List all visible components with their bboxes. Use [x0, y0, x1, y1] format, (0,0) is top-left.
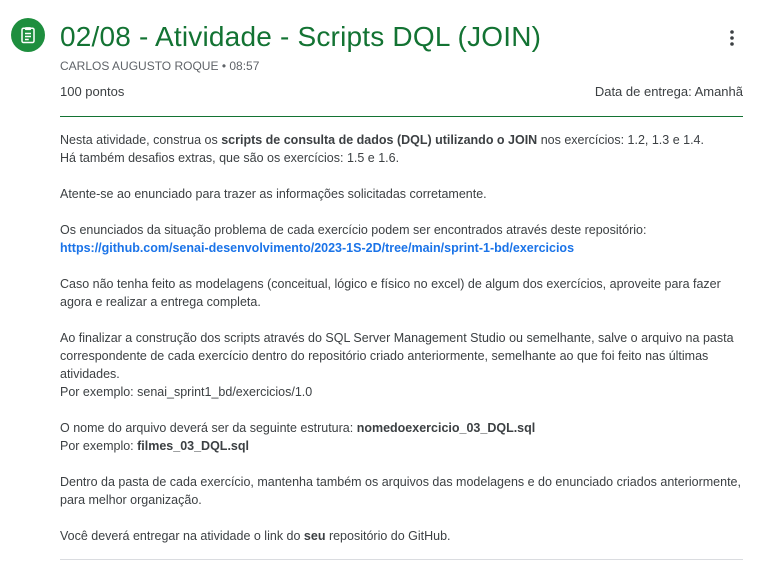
- post-meta: CARLOS AUGUSTO ROQUE • 08:57: [60, 59, 259, 73]
- paragraph-1: Nesta atividade, construa os scripts de …: [60, 131, 743, 167]
- text: nos exercícios: 1.2, 1.3 e 1.4.: [537, 133, 704, 147]
- paragraph-8: Você deverá entregar na atividade o link…: [60, 527, 743, 545]
- due-date-label: Data de entrega: Amanhã: [594, 84, 743, 99]
- more-vert-icon: [730, 30, 734, 46]
- bold-text: filmes_03_DQL.sql: [137, 439, 249, 453]
- paragraph-7: Dentro da pasta de cada exercício, mante…: [60, 475, 741, 507]
- paragraph-6: O nome do arquivo deverá ser da seguinte…: [60, 419, 743, 455]
- paragraph-3: Os enunciados da situação problema de ca…: [60, 221, 743, 257]
- post-time: 08:57: [229, 59, 260, 73]
- header-divider: [60, 116, 743, 117]
- paragraph-4: Caso não tenha feito as modelagens (conc…: [60, 277, 721, 309]
- meta-separator: •: [221, 59, 227, 73]
- bottom-divider: [60, 559, 743, 560]
- text: Os enunciados da situação problema de ca…: [60, 223, 647, 237]
- paragraph-2: Atente-se ao enunciado para trazer as in…: [60, 187, 487, 201]
- author-name: CARLOS AUGUSTO ROQUE: [60, 59, 219, 73]
- text: Há também desafios extras, que são os ex…: [60, 151, 400, 165]
- bold-text: seu: [303, 529, 326, 543]
- text: Nesta atividade, construa os: [60, 133, 222, 147]
- text: Ao finalizar a construção dos scripts at…: [60, 331, 734, 381]
- assignment-title: 02/08 - Atividade - Scripts DQL (JOIN): [60, 21, 542, 52]
- text: Por exemplo:: [60, 439, 138, 453]
- bold-text: scripts de consulta de dados (DQL) utili…: [221, 133, 538, 147]
- text: O nome do arquivo deverá ser da seguinte…: [60, 421, 357, 435]
- text: Por exemplo: senai_sprint1_bd/exercicios…: [60, 385, 313, 399]
- assignment-description: Nesta atividade, construa os scripts de …: [60, 131, 743, 563]
- more-options-button[interactable]: [718, 24, 746, 52]
- clipboard-icon: [21, 27, 35, 44]
- points-label: 100 pontos: [60, 84, 125, 99]
- repository-link[interactable]: https://github.com/senai-desenvolvimento…: [60, 241, 574, 255]
- text: Você deverá entregar na atividade o link…: [60, 529, 304, 543]
- assignment-icon: [11, 18, 45, 52]
- bold-text: nomedoexercicio_03_DQL.sql: [356, 421, 536, 435]
- text: repositório do GitHub.: [325, 529, 451, 543]
- paragraph-5: Ao finalizar a construção dos scripts at…: [60, 329, 743, 401]
